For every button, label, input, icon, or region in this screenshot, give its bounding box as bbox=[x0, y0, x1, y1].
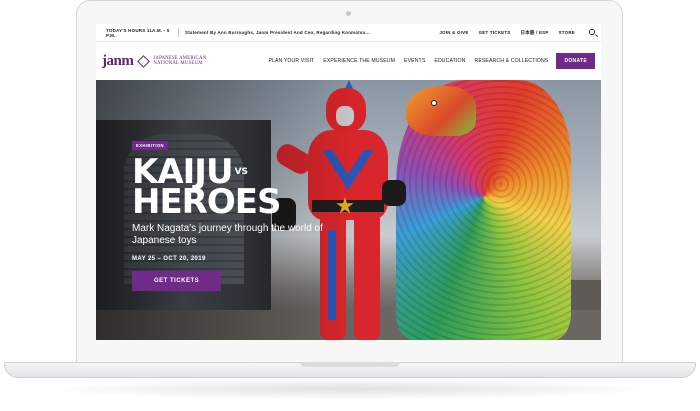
laptop-notch bbox=[300, 362, 400, 367]
logo-line-2: NATIONAL MUSEUM bbox=[153, 61, 203, 66]
get-tickets-link[interactable]: GET TICKETS bbox=[479, 30, 511, 36]
utility-links: JOIN & GIVE GET TICKETS 日本語 / ESP STORE bbox=[439, 30, 601, 36]
hero-title-vs: VS bbox=[234, 167, 249, 177]
statement-link[interactable]: Statement By Ann Burroughs, Janm Preside… bbox=[185, 30, 439, 35]
hero-text: EXHIBITION KAIJU VS HEROES Mark Nagata's … bbox=[132, 134, 332, 291]
main-header: janm JAPANESE AMERICAN NATIONAL MUSEUM P… bbox=[96, 42, 601, 80]
hero-robot-right-leg bbox=[354, 212, 380, 340]
nav-education[interactable]: EDUCATION bbox=[434, 58, 465, 64]
logo-text: JAPANESE AMERICAN NATIONAL MUSEUM bbox=[153, 56, 206, 67]
browser-screen: TODAY'S HOURS 11A.M. - 5 P.M. Statement … bbox=[96, 24, 601, 340]
nav-research-collections[interactable]: RESEARCH & COLLECTIONS bbox=[474, 58, 548, 64]
language-link[interactable]: 日本語 / ESP bbox=[521, 30, 549, 36]
kaiju-head bbox=[406, 86, 476, 136]
site-logo[interactable]: janm JAPANESE AMERICAN NATIONAL MUSEUM bbox=[102, 53, 206, 70]
hero-title-line-2: HEROES bbox=[132, 182, 281, 222]
donate-button[interactable]: DONATE bbox=[556, 53, 595, 69]
store-link[interactable]: STORE bbox=[559, 30, 575, 36]
diamond-logo-icon bbox=[137, 54, 151, 68]
kaiju-eye bbox=[431, 100, 437, 106]
camera-dot bbox=[346, 11, 351, 16]
exhibition-dates: MAY 25 – OCT 20, 2019 bbox=[132, 256, 206, 262]
nav-experience-the-museum[interactable]: EXPERIENCE THE MUSEUM bbox=[323, 58, 395, 64]
todays-hours: TODAY'S HOURS 11A.M. - 5 P.M. bbox=[106, 27, 170, 38]
join-give-link[interactable]: JOIN & GIVE bbox=[439, 30, 468, 36]
hero-title: KAIJU VS HEROES bbox=[132, 155, 332, 222]
hero-subtitle: Mark Nagata's journey through the world … bbox=[132, 223, 323, 246]
utility-bar: TODAY'S HOURS 11A.M. - 5 P.M. Statement … bbox=[96, 24, 601, 42]
hero-banner: EXHIBITION KAIJU VS HEROES Mark Nagata's … bbox=[96, 80, 601, 340]
main-nav: PLAN YOUR VISIT EXPERIENCE THE MUSEUM EV… bbox=[268, 58, 548, 64]
nav-events[interactable]: EVENTS bbox=[404, 58, 425, 64]
hero-robot-right-glove bbox=[382, 180, 406, 206]
exhibition-badge: EXHIBITION bbox=[132, 141, 168, 150]
laptop-shadow bbox=[40, 378, 660, 400]
nav-plan-your-visit[interactable]: PLAN YOUR VISIT bbox=[268, 58, 314, 64]
get-tickets-button[interactable]: GET TICKETS bbox=[132, 271, 222, 291]
logo-wordmark: janm bbox=[102, 52, 134, 69]
search-icon[interactable] bbox=[589, 29, 595, 35]
utility-divider bbox=[178, 28, 179, 37]
